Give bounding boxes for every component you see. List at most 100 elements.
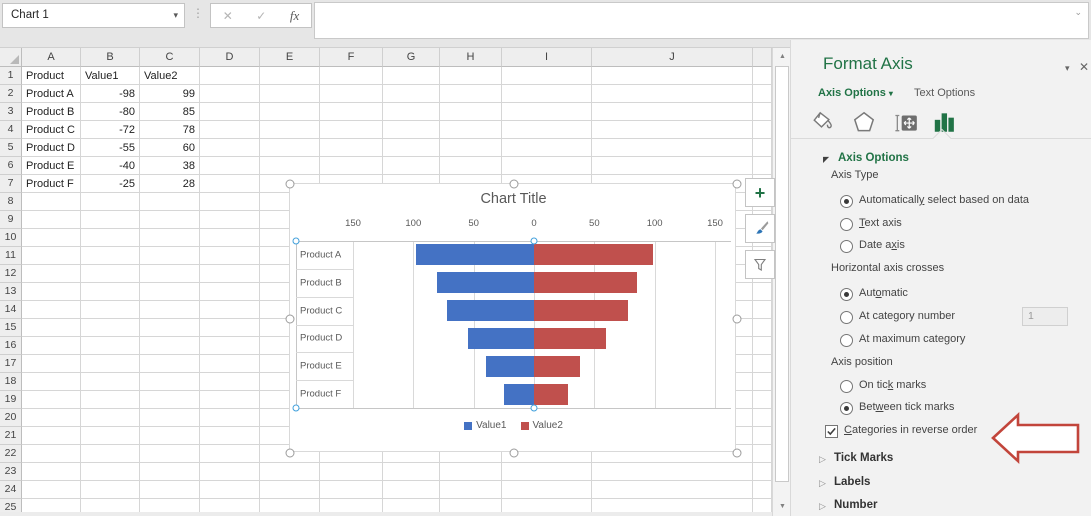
row-header-13[interactable]: 13	[0, 283, 22, 301]
checkbox-categories-in-reverse-order[interactable]	[825, 425, 838, 438]
radio-label[interactable]: Between tick marks	[859, 401, 954, 413]
column-header-h[interactable]: H	[440, 48, 502, 67]
axis-selection-handle[interactable]	[531, 238, 538, 245]
section-collapsed-icon[interactable]: ▷	[819, 454, 826, 465]
row-header-10[interactable]: 10	[0, 229, 22, 247]
insert-function-icon[interactable]: fx	[290, 8, 299, 24]
bar-value1[interactable]	[437, 272, 534, 293]
axis-tick-label[interactable]: 50	[468, 218, 479, 229]
category-number-input[interactable]: 1	[1022, 307, 1068, 326]
radio-label[interactable]: On tick marks	[859, 379, 926, 391]
chart-styles-button[interactable]	[745, 214, 775, 243]
radio-automatic[interactable]	[840, 288, 853, 301]
row-header-24[interactable]: 24	[0, 481, 22, 499]
radio-between-tick-marks[interactable]	[840, 402, 853, 415]
cell-product[interactable]: Product E	[26, 157, 76, 175]
cell-value1[interactable]: -40	[85, 157, 135, 175]
category-label[interactable]: Product E	[300, 361, 342, 372]
bar-value1[interactable]	[486, 356, 534, 377]
axis-tick-label[interactable]: 0	[531, 218, 536, 229]
chart-filters-button[interactable]	[745, 250, 775, 279]
bar-value1[interactable]	[504, 384, 534, 405]
cell-product[interactable]: Product B	[26, 103, 76, 121]
chart-resize-handle[interactable]	[509, 180, 518, 189]
cell-a1[interactable]: Product	[26, 67, 76, 85]
row-header-3[interactable]: 3	[0, 103, 22, 121]
chart-resize-handle[interactable]	[733, 180, 742, 189]
row-header-7[interactable]: 7	[0, 175, 22, 193]
radio-on-tick-marks[interactable]	[840, 380, 853, 393]
category-label[interactable]: Product C	[300, 305, 342, 316]
bar-value2[interactable]	[534, 272, 637, 293]
row-header-17[interactable]: 17	[0, 355, 22, 373]
category-label[interactable]: Product B	[300, 277, 342, 288]
category-label[interactable]: Product F	[300, 389, 341, 400]
row-header-20[interactable]: 20	[0, 409, 22, 427]
radio-label[interactable]: At maximum category	[859, 333, 965, 345]
section-header-axis-options[interactable]: Axis Options	[838, 152, 909, 164]
radio-label[interactable]: Automatic	[859, 287, 908, 299]
row-header-9[interactable]: 9	[0, 211, 22, 229]
row-header-11[interactable]: 11	[0, 247, 22, 265]
row-header-8[interactable]: 8	[0, 193, 22, 211]
section-header-labels[interactable]: Labels	[834, 476, 870, 488]
cell-value2[interactable]: 99	[144, 85, 195, 103]
horizontal-scrollbar[interactable]	[0, 512, 772, 516]
cell-c1[interactable]: Value2	[144, 67, 195, 85]
column-header-f[interactable]: F	[320, 48, 383, 67]
row-header-19[interactable]: 19	[0, 391, 22, 409]
name-box-resize-handle[interactable]: ⋮	[192, 6, 204, 20]
section-header-number[interactable]: Number	[834, 499, 877, 511]
axis-selection-handle[interactable]	[293, 238, 300, 245]
column-header[interactable]	[753, 48, 772, 67]
row-header-15[interactable]: 15	[0, 319, 22, 337]
scroll-down-icon[interactable]: ▼	[774, 498, 791, 516]
section-header-tick-marks[interactable]: Tick Marks	[834, 452, 893, 464]
row-header-21[interactable]: 21	[0, 427, 22, 445]
row-header-22[interactable]: 22	[0, 445, 22, 463]
cell-value2[interactable]: 78	[144, 121, 195, 139]
row-header-2[interactable]: 2	[0, 85, 22, 103]
cancel-icon[interactable]: ✕	[223, 9, 233, 23]
tab-text-options[interactable]: Text Options	[914, 87, 975, 99]
chart-resize-handle[interactable]	[286, 314, 295, 323]
axis-tick-label[interactable]: 100	[647, 218, 663, 229]
select-all-corner[interactable]	[0, 48, 22, 67]
axis-selection-handle[interactable]	[531, 405, 538, 412]
chart-elements-button[interactable]: +	[745, 178, 775, 207]
chart-resize-handle[interactable]	[286, 449, 295, 458]
enter-icon[interactable]: ✓	[256, 9, 266, 23]
cell-value1[interactable]: -25	[85, 175, 135, 193]
cell-value1[interactable]: -72	[85, 121, 135, 139]
chart-object[interactable]: Chart Title 15010050050100150Product APr…	[289, 183, 736, 452]
axis-selection-handle[interactable]	[293, 405, 300, 412]
column-header-j[interactable]: J	[592, 48, 753, 67]
bar-value2[interactable]	[534, 356, 580, 377]
tab-axis-options[interactable]: Axis Options ▾	[818, 87, 893, 99]
row-header-23[interactable]: 23	[0, 463, 22, 481]
pane-options-icon[interactable]: ▾	[1065, 63, 1070, 74]
radio-automatically-select-based-on-data[interactable]	[840, 195, 853, 208]
chart-resize-handle[interactable]	[286, 180, 295, 189]
column-header-g[interactable]: G	[383, 48, 440, 67]
radio-text-axis[interactable]	[840, 218, 853, 231]
radio-label[interactable]: Text axis	[859, 217, 902, 229]
bar-value1[interactable]	[416, 244, 534, 265]
bar-value2[interactable]	[534, 384, 568, 405]
column-header-c[interactable]: C	[140, 48, 200, 67]
radio-at-maximum-category[interactable]	[840, 334, 853, 347]
chart-resize-handle[interactable]	[509, 449, 518, 458]
formula-bar-input[interactable]: ⌄	[314, 2, 1089, 39]
section-collapsed-icon[interactable]: ▷	[819, 501, 826, 512]
row-header-18[interactable]: 18	[0, 373, 22, 391]
formula-bar-expand-icon[interactable]: ⌄	[1074, 7, 1082, 18]
cell-product[interactable]: Product A	[26, 85, 76, 103]
chart-resize-handle[interactable]	[733, 314, 742, 323]
cell-value2[interactable]: 28	[144, 175, 195, 193]
bar-value2[interactable]	[534, 300, 628, 321]
cell-product[interactable]: Product D	[26, 139, 76, 157]
bar-value1[interactable]	[468, 328, 534, 349]
column-header-a[interactable]: A	[22, 48, 81, 67]
legend-item[interactable]: Value2	[521, 420, 563, 431]
vertical-scrollbar[interactable]: ▲ ▼	[772, 48, 790, 516]
